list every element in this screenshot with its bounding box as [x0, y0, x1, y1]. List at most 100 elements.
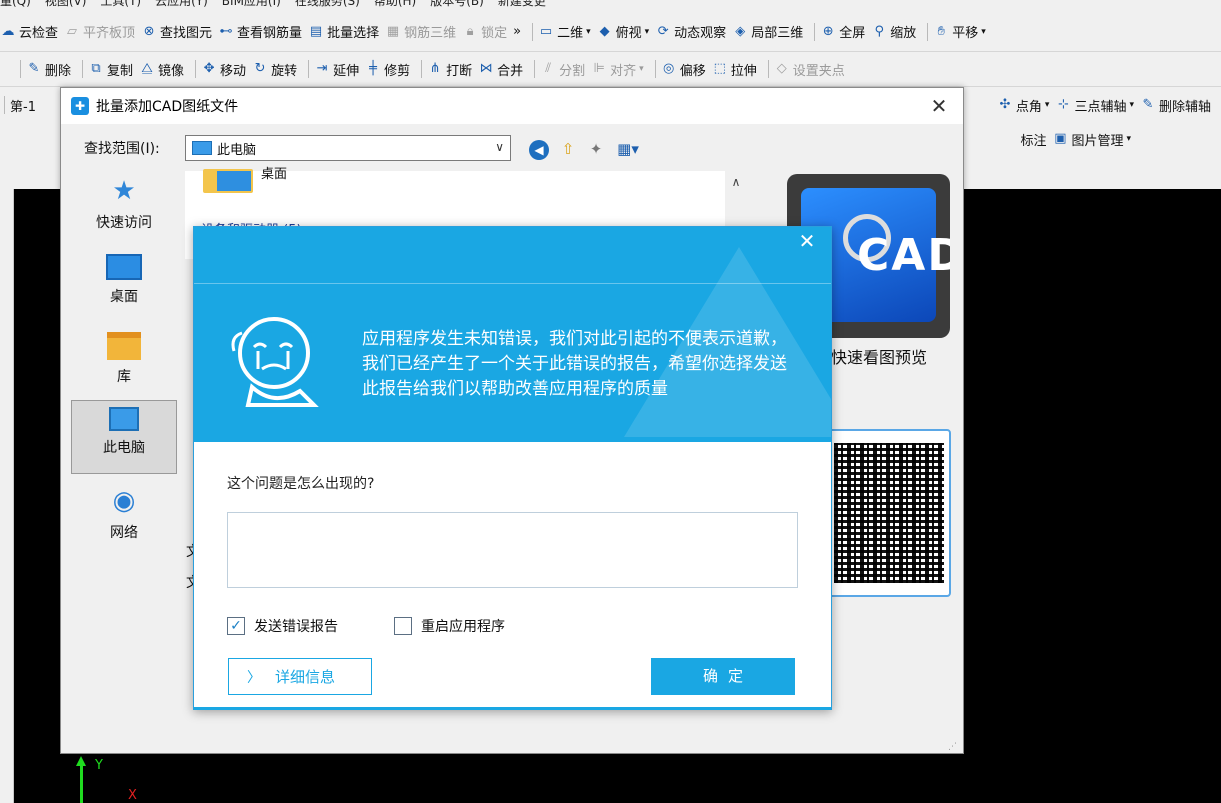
toolbar-button-grip[interactable]: ◇ 设置夹点 — [774, 60, 845, 79]
toolbar-button-label: 平移 — [952, 26, 979, 41]
toolbar-separator — [421, 60, 423, 78]
close-icon[interactable]: ✕ — [925, 92, 953, 120]
toolbar-button-split[interactable]: ⫽ 分割 — [540, 60, 585, 79]
menu-item[interactable]: 新建变更 — [498, 0, 546, 8]
toolbar-button-mirror[interactable]: ⧋ 镜像 — [139, 60, 184, 79]
toolbar-button-batch-select[interactable]: ▤ 批量选择 — [308, 22, 379, 42]
resize-grip-icon[interactable]: ⋰ — [948, 742, 957, 752]
toolbar-button-label: 设置夹点 — [792, 63, 845, 79]
toolbar-button-merge[interactable]: ⋈ 合并 — [478, 60, 524, 79]
menu-item[interactable]: 版本号(B) — [430, 0, 484, 8]
up-folder-icon[interactable]: ⇧ — [557, 138, 579, 160]
partial-3d-icon: ◈ — [735, 23, 746, 39]
toolbar-button-overflow[interactable]: » — [513, 24, 521, 39]
this-pc-icon — [192, 141, 212, 155]
toolbar-button-binoculars[interactable]: ⊗ 查找图元 — [141, 22, 212, 42]
toolbar-button-rebar-view[interactable]: ⊷ 查看钢筋量 — [218, 22, 303, 42]
grip-icon: ◇ — [776, 61, 787, 76]
toolbar-button-cube[interactable]: ◆ 俯视 ▾ — [597, 22, 650, 42]
dialog-titlebar[interactable]: ✚ 批量添加CAD图纸文件 — [61, 88, 963, 124]
menu-item[interactable]: 视图(V) — [45, 0, 87, 8]
scrollbar[interactable]: ∧ — [725, 171, 747, 231]
send-report-checkbox[interactable]: ✓ 发送错误报告 — [227, 616, 338, 636]
preview-caption: 快速看图预览 — [831, 348, 928, 367]
dropdown-arrow-icon[interactable]: ▾ — [645, 27, 650, 37]
dropdown-arrow-icon[interactable]: ▾ — [586, 27, 591, 37]
toolbar-button-fullscreen[interactable]: ⊕ 全屏 — [820, 22, 865, 42]
checkbox-box[interactable] — [394, 617, 412, 635]
look-in-label: 查找范围(I): — [84, 141, 160, 157]
three-point-axis-icon: ⊹ — [1057, 97, 1069, 112]
toolbar-button-image-manage[interactable]: ▣ 图片管理 ▾ — [1052, 130, 1131, 149]
crying-mascot-icon — [231, 317, 319, 407]
toolbar-button-2d[interactable]: ▭ 二维 ▾ — [538, 22, 591, 42]
toolbar-button-partial-3d[interactable]: ◈ 局部三维 — [732, 22, 803, 42]
place-this-pc[interactable]: 此电脑 — [71, 400, 177, 474]
toolbar-button-lock[interactable]: 🔒︎ 锁定 — [462, 22, 507, 42]
dropdown-arrow-icon[interactable]: ▾ — [1129, 100, 1134, 110]
new-folder-icon[interactable]: ✦ — [585, 138, 607, 160]
toolbar-button-copy[interactable]: ⧉ 复制 — [88, 60, 133, 79]
toolbar-button-stretch[interactable]: ⬚ 拉伸 — [712, 60, 757, 79]
toolbar-button-rebar-3d[interactable]: ▦ 钢筋三维 — [385, 22, 457, 42]
toolbar-button-move[interactable]: ✥ 移动 — [201, 60, 246, 79]
toolbar-button-offset[interactable]: ◎ 偏移 — [661, 60, 706, 79]
toolbar-button-zoom[interactable]: ⚲ 缩放 — [871, 22, 916, 42]
toolbar-button-extend[interactable]: ⇥ 延伸 — [314, 60, 359, 79]
toolbar-button-align[interactable]: ⊫ 对齐 ▾ — [591, 60, 644, 79]
toolbar-button-break[interactable]: ⋔ 打断 — [427, 60, 472, 79]
place-network[interactable]: ◉ 网络 — [71, 480, 177, 552]
dropdown-arrow-icon[interactable]: ▾ — [981, 27, 986, 37]
toolbar-button-trim[interactable]: ╪ 修剪 — [365, 60, 410, 79]
back-arrow-icon[interactable]: ◀ — [529, 140, 549, 160]
list-item[interactable]: 桌面 — [261, 163, 287, 182]
details-button[interactable]: 〉 详细信息 — [228, 658, 372, 695]
menu-item[interactable]: BIM应用(I) — [222, 0, 281, 8]
rebar-view-icon: ⊷ — [219, 23, 233, 39]
toolbar-button-item[interactable]: 标注 — [1020, 130, 1046, 149]
dropdown-arrow-icon[interactable]: ▾ — [1045, 100, 1050, 110]
floor-selector[interactable]: 第-1 — [10, 96, 36, 115]
toolbar-button-rotate[interactable]: ↻ 旋转 — [252, 60, 297, 79]
stretch-icon: ⬚ — [713, 61, 726, 76]
problem-description-input[interactable] — [227, 512, 798, 588]
menu-item[interactable]: 工具(T) — [100, 0, 141, 8]
place-library[interactable]: 库 — [71, 326, 177, 398]
toolbar-button-label: 修剪 — [384, 63, 411, 79]
toolbar-button-delete-axis[interactable]: ✎ 删除辅轴 — [1140, 96, 1211, 115]
ok-button[interactable]: 确定 — [651, 658, 795, 695]
place-label: 此电脑 — [103, 440, 145, 456]
view-menu-icon[interactable]: ▦▾ — [617, 138, 639, 160]
toolbar-button-three-point-axis[interactable]: ⊹ 三点辅轴 ▾ — [1055, 96, 1134, 115]
look-in-select[interactable]: 此电脑 ∨ — [185, 135, 511, 161]
move-icon: ✥ — [203, 61, 215, 76]
toolbar-button-orbit[interactable]: ⟳ 动态观察 — [655, 22, 726, 42]
toolbar-button-point-angle[interactable]: ✣ 点角 ▾ — [997, 96, 1050, 115]
place-desktop[interactable]: 桌面 — [71, 248, 177, 320]
toolbar-button-label: 偏移 — [679, 63, 706, 79]
toolbar-button-label: 三点辅轴 — [1074, 99, 1127, 115]
restart-app-label: 重启应用程序 — [421, 619, 505, 635]
toolbar-button-label: 镜像 — [158, 63, 185, 79]
toolbar-button-label: 钢筋三维 — [404, 26, 457, 41]
place-label: 快速访问 — [96, 215, 152, 231]
close-icon[interactable]: ✕ — [797, 229, 817, 253]
menu-item[interactable]: 帮助(H) — [374, 0, 416, 8]
restart-app-checkbox[interactable]: 重启应用程序 — [394, 616, 505, 636]
checkbox-box[interactable]: ✓ — [227, 617, 245, 635]
toolbar-button-cloud-check[interactable]: ☁ 云检查 — [0, 22, 59, 42]
extend-icon: ⇥ — [316, 61, 328, 76]
place-quick-access[interactable]: ★ 快速访问 — [71, 170, 177, 242]
menu-item[interactable]: 在线服务(S) — [295, 0, 360, 8]
toolbar-button-flat-slab[interactable]: ▱ 平齐板顶 — [64, 22, 135, 42]
toolbar-button-delete[interactable]: ✎ 删除 — [26, 60, 71, 79]
qr-pattern — [834, 443, 944, 583]
menu-item[interactable]: 量(Q) — [0, 0, 31, 8]
dropdown-arrow-icon[interactable]: ▾ — [1126, 134, 1131, 144]
dropdown-arrow-icon[interactable]: ▾ — [639, 64, 644, 74]
toolbar-separator — [20, 60, 21, 78]
y-axis-line — [80, 760, 83, 803]
toolbar-button-pan[interactable]: ✋︎ 平移 ▾ — [933, 22, 986, 42]
y-axis-arrow-icon — [76, 756, 86, 766]
menu-item[interactable]: 云应用(Y) — [155, 0, 208, 8]
